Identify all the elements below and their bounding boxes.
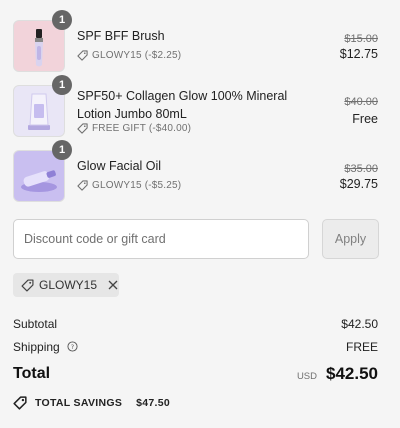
- tag-icon: [13, 396, 27, 410]
- discount-allocation: GLOWY15 (-$5.25): [77, 180, 181, 191]
- subtotal-row: Subtotal $42.50: [13, 317, 379, 331]
- shipping-label: Shipping: [13, 340, 60, 354]
- original-price: $15.00: [344, 33, 378, 45]
- applied-discount-chip: GLOWY15: [13, 273, 119, 297]
- tag-icon: [77, 123, 88, 134]
- discount-allocation: GLOWY15 (-$2.25): [77, 50, 181, 61]
- close-icon: [108, 280, 118, 290]
- total-value: $42.50: [326, 364, 378, 383]
- tag-icon: [77, 50, 88, 61]
- original-price: $40.00: [344, 96, 378, 108]
- subtotal-value: $42.50: [341, 317, 378, 331]
- line-item: 1 SPF BFF Brush GLOWY15 (-$2.25) $15.00 …: [13, 10, 379, 72]
- discount-label: GLOWY15 (-$2.25): [92, 50, 182, 61]
- help-icon[interactable]: ?: [67, 341, 78, 352]
- applied-code: GLOWY15: [39, 278, 98, 292]
- final-price: Free: [352, 112, 378, 126]
- tag-icon: [21, 278, 34, 292]
- tag-icon: [77, 180, 88, 191]
- total-currency: USD: [296, 371, 317, 382]
- discount-label: GLOWY15 (-$5.25): [92, 180, 182, 191]
- final-price: $12.75: [339, 47, 378, 61]
- quantity-badge: 1: [52, 10, 72, 30]
- total-savings-value: $47.50: [136, 397, 171, 409]
- shipping-value: FREE: [345, 340, 378, 354]
- total-savings-label: TOTAL SAVINGS: [35, 397, 123, 409]
- product-name: SPF BFF Brush: [77, 29, 165, 43]
- product-name: Glow Facial Oil: [77, 159, 162, 173]
- shipping-row: Shipping ? FREE: [13, 340, 379, 354]
- quantity-badge: 1: [52, 75, 72, 95]
- original-price: $35.00: [344, 163, 378, 175]
- svg-text:?: ?: [71, 343, 74, 351]
- total-label: Total: [13, 365, 51, 382]
- final-price: $29.75: [339, 177, 378, 191]
- apply-button[interactable]: Apply: [322, 219, 379, 259]
- discount-label: FREE GIFT (-$40.00): [92, 123, 192, 134]
- line-item: 1 SPF50+ Collagen Glow 100% Mineral Loti…: [13, 75, 379, 137]
- total-savings-row: TOTAL SAVINGS $47.50: [13, 396, 170, 410]
- quantity-badge: 1: [52, 140, 72, 160]
- line-item: 1 Glow Facial Oil GLOWY15 (-$5.25) $35.0…: [13, 140, 379, 202]
- remove-discount-button[interactable]: [108, 280, 118, 290]
- product-name: SPF50+ Collagen Glow 100% Mineral Lotion…: [77, 89, 288, 121]
- discount-allocation: FREE GIFT (-$40.00): [77, 123, 191, 134]
- subtotal-label: Subtotal: [13, 317, 58, 331]
- discount-code-input[interactable]: [13, 219, 309, 259]
